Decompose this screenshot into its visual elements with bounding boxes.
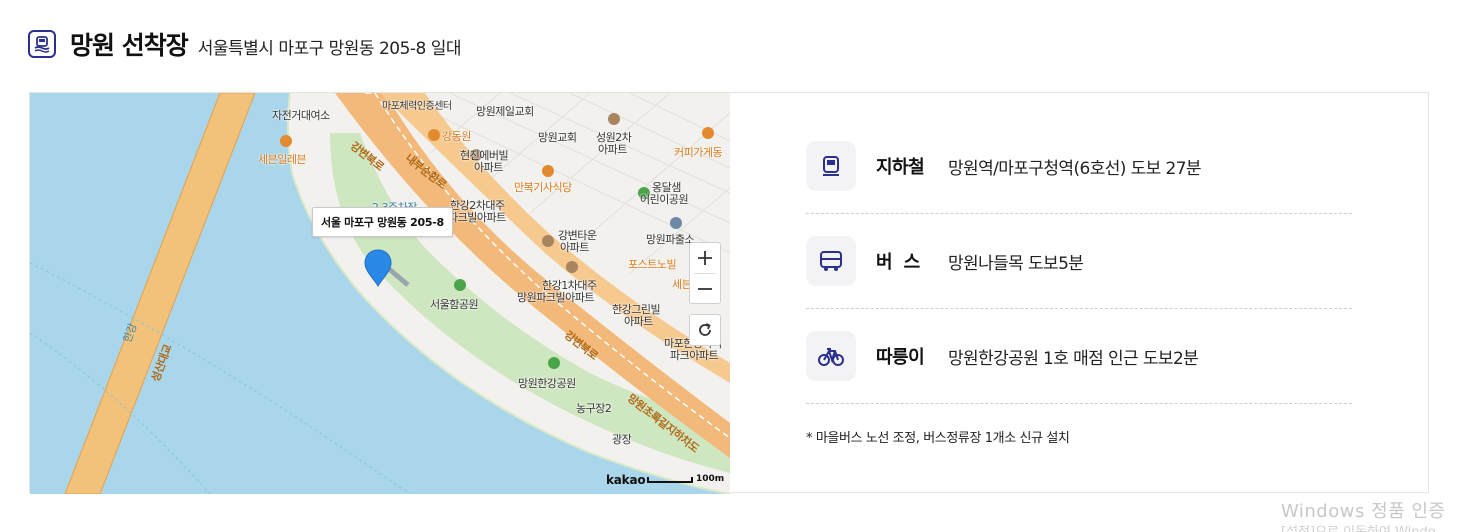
- apartment-icon: [542, 235, 554, 247]
- map-scale-bar: [647, 477, 693, 483]
- map-label-hangang2b: 파크빌아파트: [448, 211, 506, 224]
- apartment-icon: [608, 113, 620, 125]
- map-label-post-nobil: 포스트노빌: [628, 258, 677, 271]
- store-icon: [280, 135, 292, 147]
- map-label-hangang1b: 망원파크빌아파트: [517, 291, 594, 304]
- park-icon: [548, 357, 560, 369]
- map-label-plaza: 광장: [612, 433, 632, 446]
- map-label-mapo-hangang2: 파크아파트: [670, 349, 719, 362]
- map-label-gangbyeon-town2: 아파트: [560, 241, 589, 254]
- map-label-coffee: 커피가게동: [674, 146, 723, 159]
- transport-value: 망원나들목 도보5분: [948, 253, 1084, 274]
- bicycle-icon: [806, 331, 856, 381]
- map-label-seven-eleven: 세븐일레븐: [258, 153, 307, 166]
- map-label-hyeonjin2: 아파트: [474, 161, 503, 174]
- map-label-seoul-ham: 서울함공원: [430, 298, 479, 311]
- police-icon: [670, 217, 682, 229]
- map-zoom-control: [689, 242, 721, 304]
- page-address: 서울특별시 마포구 망원동 205-8 일대: [197, 38, 462, 59]
- subway-icon: [806, 141, 856, 191]
- transport-value: 망원역/마포구청역(6호선) 도보 27분: [948, 158, 1202, 179]
- transport-row-bus: 버 스 망원나들목 도보5분: [806, 214, 1352, 309]
- map-label-mangwon-park: 망원한강공원: [518, 377, 576, 390]
- map-reset-button[interactable]: [689, 314, 721, 346]
- transport-label: 지하철: [876, 157, 925, 178]
- map-scale-label: 100m: [696, 474, 725, 484]
- windows-watermark-subtitle: [설정]으로 이동하여 Windo: [1281, 521, 1436, 532]
- refresh-icon: [699, 323, 711, 336]
- restaurant-icon: [542, 165, 554, 177]
- map-view[interactable]: 자전거대여소 마포체력인증센터 세븐일레븐 2.3주차장 강변북로 내부순환로 …: [30, 93, 730, 494]
- map-location-callout: 서울 마포구 망원동 205-8: [312, 207, 453, 237]
- restaurant-icon: [428, 129, 440, 141]
- zoom-in-button[interactable]: [690, 243, 720, 273]
- map-label-police: 망원파출소: [646, 233, 695, 246]
- map-label-manbok: 만복기사식당: [514, 181, 572, 194]
- bus-icon: [806, 236, 856, 286]
- apartment-icon: [566, 261, 578, 273]
- ferry-icon: [28, 30, 56, 58]
- map-label-ongdalsaem2: 어린이공원: [640, 193, 689, 206]
- map-label-sports: 마포체력인증센터: [382, 101, 452, 112]
- transport-row-subway: 지하철 망원역/마포구청역(6호선) 도보 27분: [806, 119, 1352, 214]
- location-pin-icon[interactable]: [364, 249, 392, 288]
- map-label-seongwon2: 아파트: [598, 143, 627, 156]
- windows-watermark-title: Windows 정품 인증: [1281, 501, 1446, 522]
- park-icon: [454, 279, 466, 291]
- transport-info: 지하철 망원역/마포구청역(6호선) 도보 27분 버 스 망원나들목 도보5분: [806, 93, 1352, 494]
- transport-row-bicycle: 따릉이 망원한강공원 1호 매점 인근 도보2분: [806, 309, 1352, 404]
- map-label-bicycle-rental: 자전거대여소: [272, 109, 330, 122]
- transport-label: 따릉이: [876, 347, 925, 368]
- page-title: 망원 선착장: [70, 31, 189, 60]
- transport-note: * 마을버스 노선 조정, 버스정류장 1개소 신규 설치: [806, 431, 1070, 446]
- transport-label: 버 스: [876, 252, 920, 273]
- map-label-gangdong: 강동원: [442, 130, 471, 143]
- map-label-basketball: 농구장2: [576, 402, 612, 415]
- page-header: 망원 선착장 서울특별시 마포구 망원동 205-8 일대: [28, 26, 462, 62]
- cafe-icon: [702, 127, 714, 139]
- map-label-mangwon-church2: 망원교회: [538, 131, 577, 144]
- transport-value: 망원한강공원 1호 매점 인근 도보2분: [948, 348, 1199, 369]
- map-label-mangwon-church1: 망원제일교회: [476, 105, 534, 118]
- zoom-out-button[interactable]: [690, 274, 720, 304]
- map-label-hangang-green2: 아파트: [624, 315, 653, 328]
- location-card: 자전거대여소 마포체력인증센터 세븐일레븐 2.3주차장 강변북로 내부순환로 …: [29, 92, 1429, 494]
- map-brand-logo: kakao: [606, 473, 646, 487]
